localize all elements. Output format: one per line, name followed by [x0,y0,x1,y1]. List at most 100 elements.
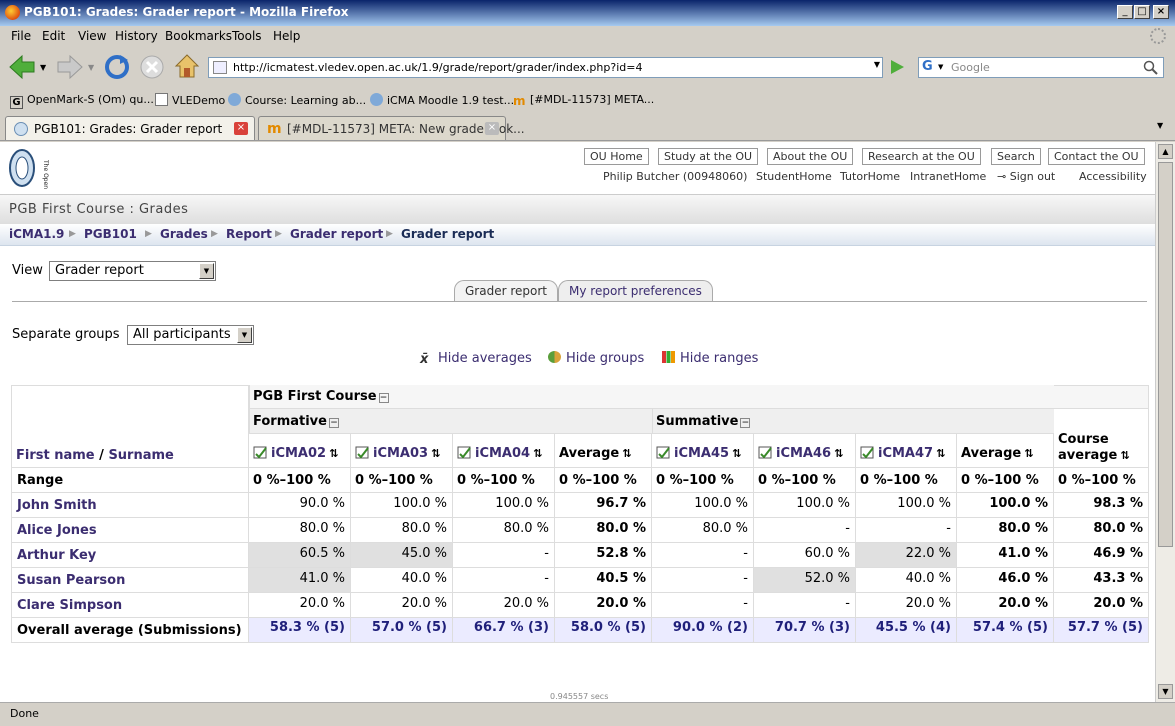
home-icon[interactable] [174,53,200,79]
collapse-icon[interactable]: − [740,418,751,428]
grade-cell[interactable]: 100.0 % [351,493,453,518]
grade-cell[interactable]: 40.0 % [856,568,957,593]
sort-icon[interactable]: ⇅ [732,447,741,460]
menu-edit[interactable]: Edit [42,29,65,43]
grade-cell[interactable]: - [652,543,754,568]
bookmark-course[interactable]: Course: Learning ab... [228,93,366,107]
grade-cell[interactable]: 80.0 % [453,518,555,543]
hide-averages-link[interactable]: x̄ Hide averages [420,351,532,367]
grade-cell[interactable]: - [754,593,856,618]
sign-out-link[interactable]: ⊸ Sign out [997,170,1055,183]
grade-cell[interactable]: 60.5 % [249,543,351,568]
grade-cell[interactable]: - [652,593,754,618]
grade-item-header[interactable]: iCMA02 ⇅ [249,434,351,468]
intranethome-link[interactable]: IntranetHome [910,170,986,183]
grade-cell[interactable]: 20.0 % [453,593,555,618]
grade-cell[interactable]: 45.0 % [351,543,453,568]
breadcrumb-grades[interactable]: Grades [160,227,208,241]
grade-cell[interactable]: - [453,543,555,568]
student-name-link[interactable]: Arthur Key [11,543,249,568]
grade-cell[interactable]: 20.0 % [351,593,453,618]
scroll-up-icon[interactable]: ▲ [1158,144,1173,159]
collapse-icon[interactable]: − [378,393,389,403]
research-at-ou-button[interactable]: Research at the OU [862,148,981,165]
vertical-scrollbar[interactable]: ▲ ▼ [1155,142,1175,702]
grade-item-header[interactable]: iCMA46 ⇅ [754,434,856,468]
sort-icon[interactable]: ⇅ [533,447,542,460]
grade-cell[interactable]: - [856,518,957,543]
hide-ranges-link[interactable]: Hide ranges [662,351,758,366]
maximize-button[interactable]: □ [1134,5,1150,19]
back-dropdown-icon[interactable]: ▼ [40,63,46,72]
ou-home-button[interactable]: OU Home [584,148,649,165]
student-name-link[interactable]: Alice Jones [11,518,249,543]
url-dropdown-icon[interactable]: ▼ [874,60,880,69]
sort-icon[interactable]: ⇅ [834,447,843,460]
url-bar[interactable]: http://icmatest.vledev.open.ac.uk/1.9/gr… [208,57,883,78]
close-window-button[interactable]: × [1153,5,1169,19]
search-engine-dropdown-icon[interactable]: ▼ [938,63,943,71]
go-arrow-icon[interactable] [888,58,906,76]
close-tab-icon[interactable]: × [234,122,248,135]
breadcrumb-pgb101[interactable]: PGB101 [84,227,137,241]
studenthome-link[interactable]: StudentHome [756,170,832,183]
sort-first-name-link[interactable]: First name [16,448,95,463]
sort-icon[interactable]: ⇅ [329,447,338,460]
grade-cell[interactable]: 52.0 % [754,568,856,593]
grade-item-header[interactable]: iCMA03 ⇅ [351,434,453,468]
grade-cell[interactable]: 41.0 % [249,568,351,593]
menu-view[interactable]: View [78,29,106,43]
tab-my-report-preferences[interactable]: My report preferences [558,280,713,302]
tab-mdl-11573[interactable]: m [#MDL-11573] META: New gradebook... × [258,116,525,140]
average-column-header[interactable]: Average ⇅ [957,434,1054,468]
bookmark-mdl[interactable]: m [#MDL-11573] META... [513,93,654,108]
bookmark-vledemo[interactable]: VLEDemo [155,93,225,107]
sort-icon[interactable]: ⇅ [622,447,631,460]
about-ou-button[interactable]: About the OU [767,148,854,165]
tab-grader-report-page[interactable]: Grader report [454,280,558,302]
accessibility-link[interactable]: Accessibility [1079,170,1147,183]
grade-cell[interactable]: 100.0 % [754,493,856,518]
reload-icon[interactable] [104,54,130,80]
grade-item-header[interactable]: iCMA45 ⇅ [652,434,754,468]
sort-icon[interactable]: ⇅ [1024,447,1033,460]
grade-cell[interactable]: - [652,568,754,593]
average-column-header[interactable]: Average ⇅ [555,434,652,468]
contact-ou-button[interactable]: Contact the OU [1048,148,1145,165]
forward-arrow-icon[interactable] [56,54,84,80]
tab-list-dropdown-icon[interactable]: ▼ [1157,121,1163,130]
grade-cell[interactable]: 80.0 % [351,518,453,543]
search-icon[interactable] [1143,60,1159,76]
minimize-button[interactable]: _ [1117,5,1133,19]
menu-bookmarks[interactable]: Bookmarks [165,29,232,43]
grade-item-header[interactable]: iCMA47 ⇅ [856,434,957,468]
grade-cell[interactable]: 40.0 % [351,568,453,593]
search-button[interactable]: Search [991,148,1041,165]
course-average-header[interactable]: Course average ⇅ [1054,385,1149,468]
tutorhome-link[interactable]: TutorHome [840,170,900,183]
forward-dropdown-icon[interactable]: ▼ [88,63,94,72]
grade-cell[interactable]: 20.0 % [249,593,351,618]
stop-icon[interactable] [139,54,165,80]
sort-icon[interactable]: ⇅ [1120,449,1129,462]
student-name-link[interactable]: Clare Simpson [11,593,249,618]
student-name-link[interactable]: John Smith [11,493,249,518]
bookmark-openmark[interactable]: G OpenMark-S (Om) qu... [10,93,154,109]
collapse-icon[interactable]: − [328,418,339,428]
sort-icon[interactable]: ⇅ [936,447,945,460]
grade-cell[interactable]: 100.0 % [856,493,957,518]
grade-cell[interactable]: 20.0 % [856,593,957,618]
breadcrumb-grader-report[interactable]: Grader report [290,227,383,241]
scroll-down-icon[interactable]: ▼ [1158,684,1173,699]
grade-cell[interactable]: 80.0 % [652,518,754,543]
grade-cell[interactable]: - [754,518,856,543]
back-arrow-icon[interactable] [8,54,36,80]
breadcrumb-report[interactable]: Report [226,227,272,241]
menu-help[interactable]: Help [273,29,300,43]
groups-select[interactable]: All participants ▼ [127,325,254,345]
scroll-thumb[interactable] [1158,162,1173,547]
hide-groups-link[interactable]: Hide groups [548,351,644,366]
sort-surname-link[interactable]: Surname [108,448,173,463]
grade-cell[interactable]: - [453,568,555,593]
study-at-ou-button[interactable]: Study at the OU [658,148,759,165]
